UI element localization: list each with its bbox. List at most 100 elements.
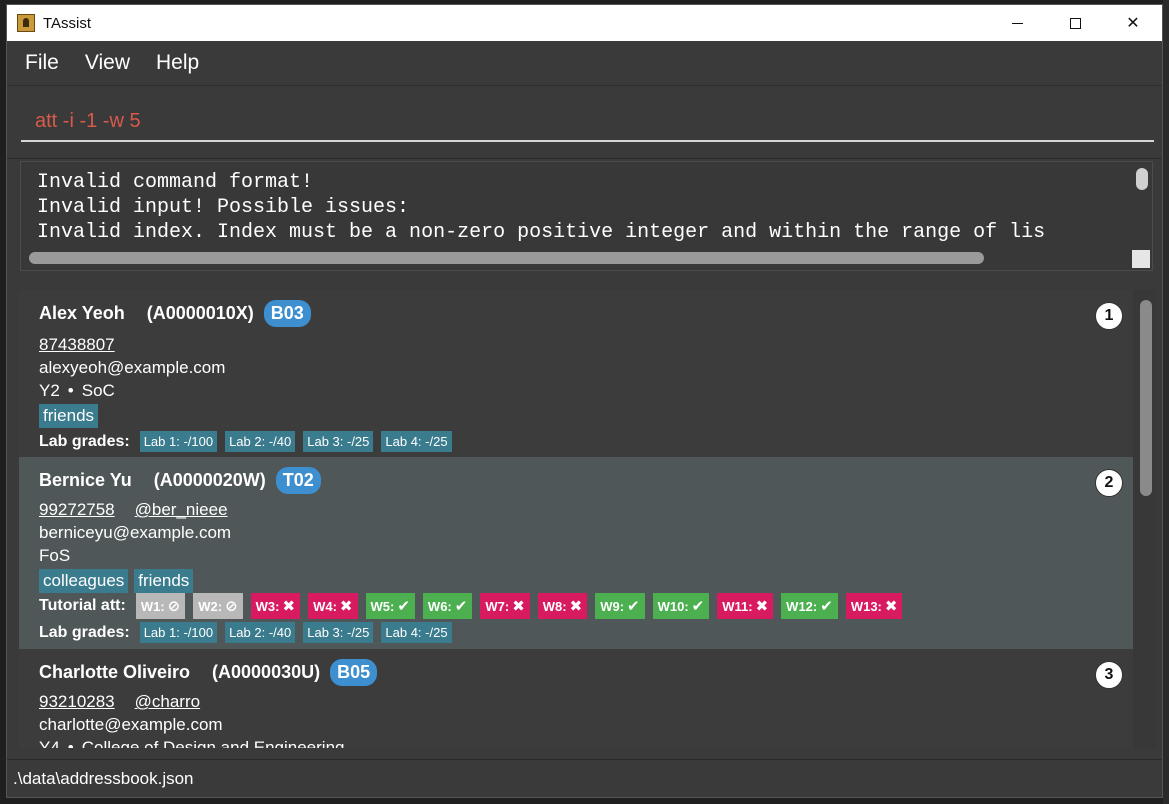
menu-view[interactable]: View <box>85 51 130 75</box>
result-text: Invalid command format! Invalid input! Po… <box>37 170 1045 245</box>
cross-icon: ✖ <box>512 598 525 615</box>
cross-icon: ✖ <box>755 598 769 615</box>
attendance-week-label: W10: <box>657 598 689 614</box>
maximize-button[interactable] <box>1046 5 1104 41</box>
result-vertical-scrollbar[interactable] <box>1136 168 1148 190</box>
lab-grade: Lab 4: -/25 <box>381 431 452 452</box>
app-window: TAssist ✕ File View Help Invalid command… <box>6 4 1163 798</box>
result-line: Invalid command format! <box>37 171 314 194</box>
attendance-week-label: W13: <box>850 598 882 614</box>
person-list[interactable]: Alex Yeoh (A0000010X) B03 87438807 alexy… <box>19 290 1156 748</box>
check-icon: ✔ <box>397 598 410 615</box>
lab-grades-label: Lab grades: <box>39 432 130 450</box>
command-input[interactable] <box>21 102 1154 142</box>
attendance-week: W10: ✔ <box>652 593 710 619</box>
phone-link[interactable]: 87438807 <box>39 335 115 355</box>
app-icon <box>17 14 35 32</box>
attendance-week-label: W6: <box>427 598 452 614</box>
minimize-button[interactable] <box>988 5 1046 41</box>
list-scrollbar[interactable] <box>1140 300 1152 496</box>
lab-grade: Lab 3: -/25 <box>303 622 374 643</box>
attendance-week: W3: ✖ <box>250 593 301 619</box>
status-bar: .\data\addressbook.json <box>7 759 1162 797</box>
lab-grade: Lab 3: -/25 <box>303 431 374 452</box>
check-icon: ✔ <box>820 598 833 615</box>
attendance-week-label: W3: <box>255 598 280 614</box>
attendance-week-label: W5: <box>370 598 395 614</box>
attendance-week: W5: ✔ <box>365 593 415 619</box>
student-id: (A0000010X) <box>146 303 254 323</box>
index-badge: 1 <box>1095 302 1123 330</box>
data-file-path: .\data\addressbook.json <box>13 768 194 788</box>
person-card[interactable]: Alex Yeoh (A0000010X) B03 87438807 alexy… <box>19 290 1133 457</box>
result-line: Invalid index. Index must be a non-zero … <box>37 221 1046 244</box>
student-id: (A0000020W) <box>153 470 266 490</box>
attendance-week-label: W9: <box>600 598 625 614</box>
maximize-icon <box>1069 17 1081 29</box>
student-id: (A0000030U) <box>212 662 321 682</box>
cross-icon: ✖ <box>339 598 353 615</box>
person-card[interactable]: Charlotte Oliveiro (A0000030U) B05 93210… <box>19 649 1133 748</box>
group-badge: T02 <box>275 467 321 494</box>
phone-link[interactable]: 99272758 <box>39 500 115 520</box>
menu-bar: File View Help <box>7 41 1162 86</box>
faculty-text: College of Design and Engineering <box>81 738 345 748</box>
attendance-week: W13: ✖ <box>845 593 903 619</box>
attendance-week-label: W7: <box>485 598 510 614</box>
result-line: Invalid input! Possible issues: <box>37 196 410 219</box>
year-text: Y4 <box>39 738 60 748</box>
lab-grades-label: Lab grades: <box>39 623 130 641</box>
attendance-week-label: W11: <box>722 598 753 614</box>
cross-icon: ✖ <box>282 598 296 615</box>
person-card[interactable]: Bernice Yu (A0000020W) T02 99272758 @ber… <box>19 457 1133 649</box>
result-horizontal-scrollbar[interactable] <box>29 252 984 264</box>
menu-help[interactable]: Help <box>156 51 199 75</box>
window-title: TAssist <box>43 14 92 32</box>
person-name: Alex Yeoh <box>39 303 125 323</box>
telegram-link[interactable]: @charro <box>135 692 200 712</box>
attendance-week-label: W2: <box>198 598 223 614</box>
attendance-week-label: W4: <box>313 598 337 614</box>
cross-icon: ✖ <box>884 598 898 615</box>
index-badge: 2 <box>1095 469 1123 497</box>
check-icon: ✔ <box>627 598 640 615</box>
attendance-week-label: W8: <box>542 598 567 614</box>
tag: colleagues <box>39 569 129 593</box>
email-text: berniceyu@example.com <box>39 523 232 542</box>
tag: friends <box>134 569 194 593</box>
not-applicable-icon: ⊘ <box>225 598 238 615</box>
person-name: Charlotte Oliveiro <box>39 662 191 682</box>
menu-file[interactable]: File <box>25 51 59 75</box>
command-box <box>7 86 1162 150</box>
attendance-week: W12: ✔ <box>781 593 838 619</box>
lab-grade: Lab 2: -/40 <box>225 622 296 643</box>
attendance-week-label: W12: <box>786 598 818 614</box>
lab-grade: Lab 1: -/100 <box>139 622 218 643</box>
attendance-week: W6: ✔ <box>422 593 473 619</box>
attendance-week-label: W1: <box>140 598 165 614</box>
faculty-text: FoS <box>39 546 71 565</box>
separator-dot: • <box>67 738 74 748</box>
email-text: alexyeoh@example.com <box>39 358 226 377</box>
lab-grade: Lab 4: -/25 <box>381 622 452 643</box>
tag: friends <box>39 404 99 428</box>
phone-link[interactable]: 93210283 <box>39 692 115 712</box>
minimize-icon <box>1011 22 1023 24</box>
title-bar: TAssist ✕ <box>7 5 1162 41</box>
index-badge: 3 <box>1095 661 1123 689</box>
cross-icon: ✖ <box>569 598 583 615</box>
result-display[interactable]: Invalid command format! Invalid input! Po… <box>20 161 1153 271</box>
email-text: charlotte@example.com <box>39 715 223 734</box>
attendance-week: W7: ✖ <box>480 593 530 619</box>
attendance-week: W9: ✔ <box>595 593 645 619</box>
attendance-week: W4: ✖ <box>308 593 358 619</box>
close-button[interactable]: ✕ <box>1104 5 1162 41</box>
not-applicable-icon: ⊘ <box>167 598 181 615</box>
attendance-week: W2: ⊘ <box>193 593 243 619</box>
attendance-week: W8: ✖ <box>537 593 588 619</box>
check-icon: ✔ <box>454 598 468 615</box>
telegram-link[interactable]: @ber_nieee <box>135 500 228 520</box>
desktop-background <box>1163 0 1169 804</box>
person-name: Bernice Yu <box>39 470 132 490</box>
separator-dot: • <box>67 381 74 400</box>
